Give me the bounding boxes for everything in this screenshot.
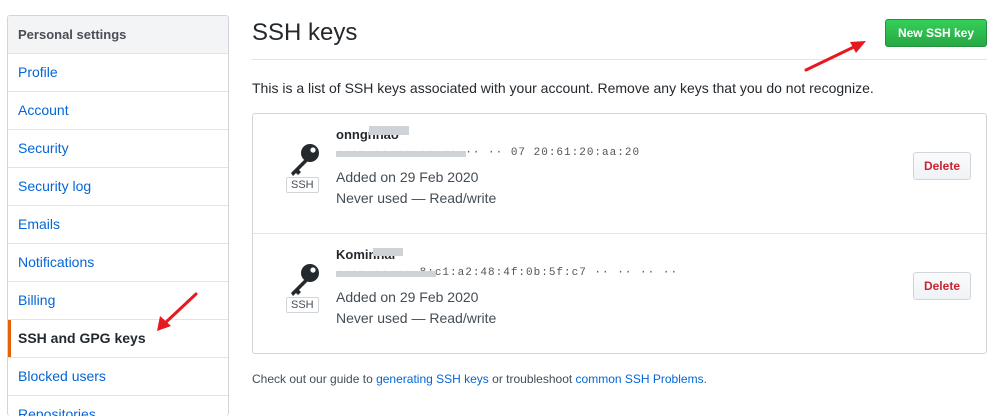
sidebar-item-emails[interactable]: Emails (8, 206, 228, 244)
sidebar-item-account[interactable]: Account (8, 92, 228, 130)
ssh-badge: SSH (286, 297, 319, 313)
help-text-prefix: Check out our guide to (252, 372, 377, 386)
sidebar-item-ssh-gpg-keys[interactable]: SSH and GPG keys (8, 320, 228, 358)
help-text-suffix: . (703, 372, 707, 386)
page-header: SSH keys New SSH key (252, 15, 987, 60)
delete-key-button[interactable]: Delete (912, 272, 971, 300)
page-title: SSH keys (252, 19, 358, 46)
sidebar-item-notifications[interactable]: Notifications (8, 244, 228, 282)
redaction-blur (336, 271, 436, 277)
key-icon (285, 140, 325, 180)
new-ssh-key-button[interactable]: New SSH key (884, 19, 987, 47)
redaction-blur (373, 248, 403, 256)
generating-ssh-keys-link[interactable]: generating SSH keys (376, 372, 489, 386)
sidebar-header: Personal settings (8, 16, 228, 54)
delete-key-button[interactable]: Delete (912, 152, 971, 180)
key-icon (285, 260, 325, 300)
redaction-blur (336, 151, 466, 157)
redaction-blur (369, 126, 409, 135)
sidebar-item-security-log[interactable]: Security log (8, 168, 228, 206)
ssh-key-item: SSH Kominnar ···· ·· ·· 8:c1:a2:48:4f:0b… (253, 234, 986, 353)
ssh-key-item: SSH onngnhao ···· ·· ·· ·· ·· ·· ·· 07 2… (253, 114, 986, 234)
settings-sidebar: Personal settings Profile Account Securi… (7, 15, 229, 416)
help-text-middle: or troubleshoot (488, 372, 576, 386)
page-description: This is a list of SSH keys associated wi… (252, 80, 874, 96)
ssh-badge: SSH (286, 177, 319, 193)
sidebar-item-repositories[interactable]: Repositories (8, 396, 228, 416)
sidebar-item-billing[interactable]: Billing (8, 282, 228, 320)
key-added-date: Added on 29 Feb 2020 (336, 289, 479, 305)
sidebar-item-profile[interactable]: Profile (8, 54, 228, 92)
key-added-date: Added on 29 Feb 2020 (336, 169, 479, 185)
key-usage: Never used — Read/write (336, 190, 497, 206)
common-ssh-problems-link[interactable]: common SSH Problems (576, 372, 704, 386)
help-text: Check out our guide to generating SSH ke… (252, 372, 987, 386)
ssh-keys-list: SSH onngnhao ···· ·· ·· ·· ·· ·· ·· 07 2… (252, 113, 987, 354)
sidebar-item-security[interactable]: Security (8, 130, 228, 168)
sidebar-item-blocked-users[interactable]: Blocked users (8, 358, 228, 396)
key-usage: Never used — Read/write (336, 310, 497, 326)
main-content: SSH keys New SSH key This is a list of S… (252, 15, 987, 386)
